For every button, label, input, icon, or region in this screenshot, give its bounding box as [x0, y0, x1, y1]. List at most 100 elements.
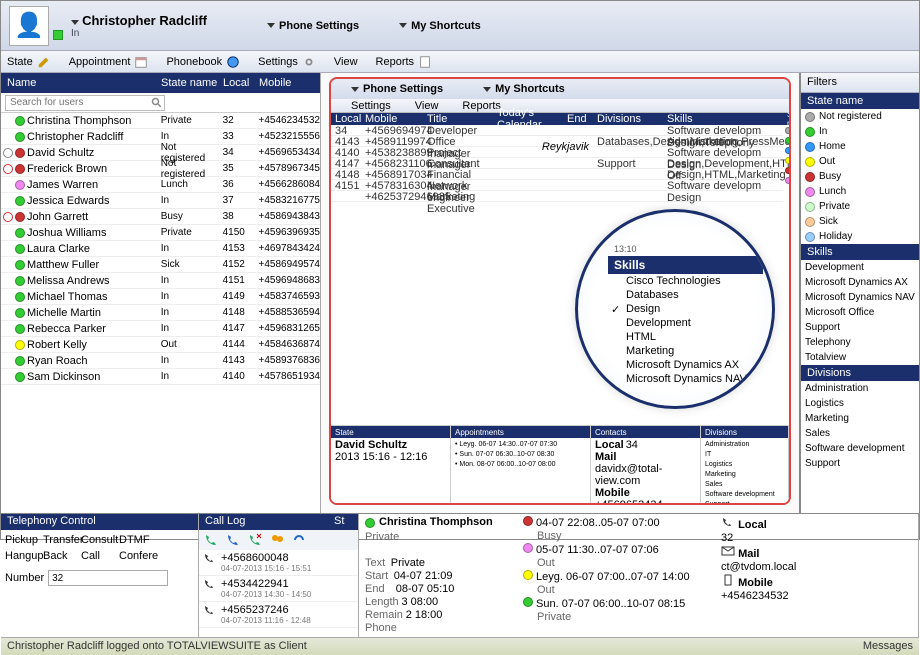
- menu-my-shortcuts[interactable]: My Shortcuts: [399, 20, 481, 32]
- tb-phonebook[interactable]: Phonebook: [166, 55, 240, 69]
- phone-out-icon[interactable]: [225, 532, 241, 548]
- tel-button[interactable]: Pickup: [3, 532, 41, 548]
- table-row[interactable]: Matthew FullerSick4152+4586949574: [1, 257, 320, 273]
- skill-item[interactable]: Marketing: [608, 344, 763, 358]
- table-row[interactable]: Sam DickinsonIn4140+4578651934: [1, 369, 320, 385]
- call-log: Call LogSt +456860004804-07-2013 15:16 -…: [199, 514, 359, 637]
- users-icon[interactable]: [269, 532, 285, 548]
- filter-state-item[interactable]: Home: [801, 139, 919, 154]
- skill-item[interactable]: HTML: [608, 330, 763, 344]
- col-name[interactable]: Name: [1, 77, 161, 89]
- tb-view[interactable]: View: [334, 56, 358, 68]
- phone-icon: [203, 578, 217, 592]
- filter-div-item[interactable]: Administration: [801, 381, 919, 396]
- search-input[interactable]: [5, 95, 165, 111]
- calllog-row[interactable]: +456860004804-07-2013 15:16 - 15:51: [199, 550, 358, 576]
- globe-icon: [226, 55, 240, 69]
- presence-indicator: [53, 30, 63, 40]
- pencil-icon: [37, 55, 51, 69]
- filter-state-item[interactable]: Holiday: [801, 229, 919, 244]
- info-panel: Christina Thomphson Private Text Private…: [359, 514, 919, 637]
- col-mobile[interactable]: Mobile: [259, 77, 320, 89]
- filter-skill-item[interactable]: Support: [801, 320, 919, 335]
- filter-div-item[interactable]: Software development: [801, 441, 919, 456]
- skill-item[interactable]: Databases: [608, 288, 763, 302]
- filter-state-item[interactable]: In: [801, 124, 919, 139]
- table-row[interactable]: Joshua WilliamsPrivate4150+4596396935: [1, 225, 320, 241]
- table-row[interactable]: Jessica EdwardsIn37+4583216775: [1, 193, 320, 209]
- rp-div-header: Divisions: [801, 365, 919, 381]
- phone-missed-icon[interactable]: [247, 532, 263, 548]
- tel-button[interactable]: Consult: [79, 532, 117, 548]
- pvb-state-name: David Schultz: [335, 439, 407, 451]
- filter-state-item[interactable]: Private: [801, 199, 919, 214]
- col-state[interactable]: State name: [161, 77, 223, 89]
- tel-button[interactable]: Transfer: [41, 532, 79, 548]
- tb-appointment[interactable]: Appointment: [69, 55, 149, 69]
- skill-item[interactable]: Development: [608, 316, 763, 330]
- table-row[interactable]: Rebecca ParkerIn4147+4596831265: [1, 321, 320, 337]
- menu-phone-settings[interactable]: Phone Settings: [267, 20, 359, 32]
- filter-div-item[interactable]: Marketing: [801, 411, 919, 426]
- filter-state-item[interactable]: Lunch: [801, 184, 919, 199]
- filter-skill-item[interactable]: Microsoft Office: [801, 305, 919, 320]
- pv-menu-phone-settings[interactable]: Phone Settings: [363, 83, 443, 95]
- filter-skill-item[interactable]: Totalview: [801, 350, 919, 365]
- filter-skill-item[interactable]: Microsoft Dynamics NAV: [801, 290, 919, 305]
- col-local[interactable]: Local: [223, 77, 259, 89]
- table-row[interactable]: Laura ClarkeIn4153+4697843424: [1, 241, 320, 257]
- tb-settings[interactable]: Settings: [258, 55, 316, 69]
- tel-button[interactable]: Hangup: [3, 548, 41, 564]
- table-row[interactable]: Frederick BrownNot registered35+45789673…: [1, 161, 320, 177]
- filter-state-item[interactable]: Busy: [801, 169, 919, 184]
- pv-menu-shortcuts[interactable]: My Shortcuts: [495, 83, 565, 95]
- search-icon[interactable]: [151, 97, 163, 109]
- preview-callout: Phone Settings My Shortcuts Settings Vie…: [329, 77, 791, 505]
- table-row[interactable]: Michelle MartinIn4148+4588536594: [1, 305, 320, 321]
- table-row[interactable]: John GarrettBusy38+4586943843: [1, 209, 320, 225]
- table-row[interactable]: Christina ThomphsonPrivate32+4546234532: [1, 113, 320, 129]
- filter-state-item[interactable]: Sick: [801, 214, 919, 229]
- pvb-state-time: 2013 15:16 - 12:16: [335, 451, 427, 463]
- user-table-body: Christina ThomphsonPrivate32+4546234532C…: [1, 113, 320, 513]
- chevron-down-icon[interactable]: [71, 20, 79, 25]
- filter-div-item[interactable]: Sales: [801, 426, 919, 441]
- pv-tb-settings[interactable]: Settings: [351, 100, 391, 112]
- tb-state[interactable]: State: [7, 55, 51, 69]
- skills-list: Cisco TechnologiesDatabasesDesignDevelop…: [608, 274, 763, 386]
- refresh-icon[interactable]: [291, 532, 307, 548]
- filter-state-item[interactable]: Not registered: [801, 109, 919, 124]
- tel-button[interactable]: Call: [79, 548, 117, 564]
- tel-button[interactable]: Back: [41, 548, 79, 564]
- phone-in-icon[interactable]: [203, 532, 219, 548]
- filter-skill-item[interactable]: Development: [801, 260, 919, 275]
- tel-button[interactable]: DTMF: [117, 532, 155, 548]
- tel-number-input[interactable]: [48, 570, 168, 586]
- pv-bottom: State David Schultz2013 15:16 - 12:16 Ap…: [331, 425, 789, 503]
- tb-reports[interactable]: Reports: [376, 55, 433, 69]
- header-bar: 👤 Christopher Radcliff In Phone Settings…: [1, 1, 919, 51]
- statusbar-messages[interactable]: Messages: [863, 640, 913, 653]
- skill-item[interactable]: Microsoft Dynamics AX: [608, 358, 763, 372]
- pv-columns: LocalMobileTitleToday's CalendarEndDivis…: [331, 113, 783, 125]
- table-row[interactable]: Michael ThomasIn4149+4583746593: [1, 289, 320, 305]
- table-row[interactable]: James WarrenLunch36+4566286084: [1, 177, 320, 193]
- filter-state-item[interactable]: Out: [801, 154, 919, 169]
- filter-div-item[interactable]: Logistics: [801, 396, 919, 411]
- skill-item[interactable]: Cisco Technologies: [608, 274, 763, 288]
- table-row[interactable]: Robert KellyOut4144+4584636874: [1, 337, 320, 353]
- filter-skill-item[interactable]: Telephony: [801, 335, 919, 350]
- pv-tb-view[interactable]: View: [415, 100, 439, 112]
- filter-div-item[interactable]: Support: [801, 456, 919, 471]
- filter-skill-item[interactable]: Microsoft Dynamics AX: [801, 275, 919, 290]
- phone-icon: [203, 552, 217, 566]
- table-row[interactable]: Melissa AndrewsIn4151+4596948683: [1, 273, 320, 289]
- filters-pane: Filters State name Not registeredInHomeO…: [799, 73, 919, 513]
- tel-button[interactable]: Confere: [117, 548, 155, 564]
- user-list-pane: Name State name Local Mobile Christina T…: [1, 73, 321, 513]
- calllog-row[interactable]: +453442294104-07-2013 14:30 - 14:50: [199, 576, 358, 602]
- skill-item[interactable]: Design: [608, 302, 763, 316]
- table-row[interactable]: Ryan RoachIn4143+4589376836: [1, 353, 320, 369]
- calllog-row[interactable]: +456523724604-07-2013 11:16 - 12:48: [199, 602, 358, 628]
- skill-item[interactable]: Microsoft Dynamics NAV: [608, 372, 763, 386]
